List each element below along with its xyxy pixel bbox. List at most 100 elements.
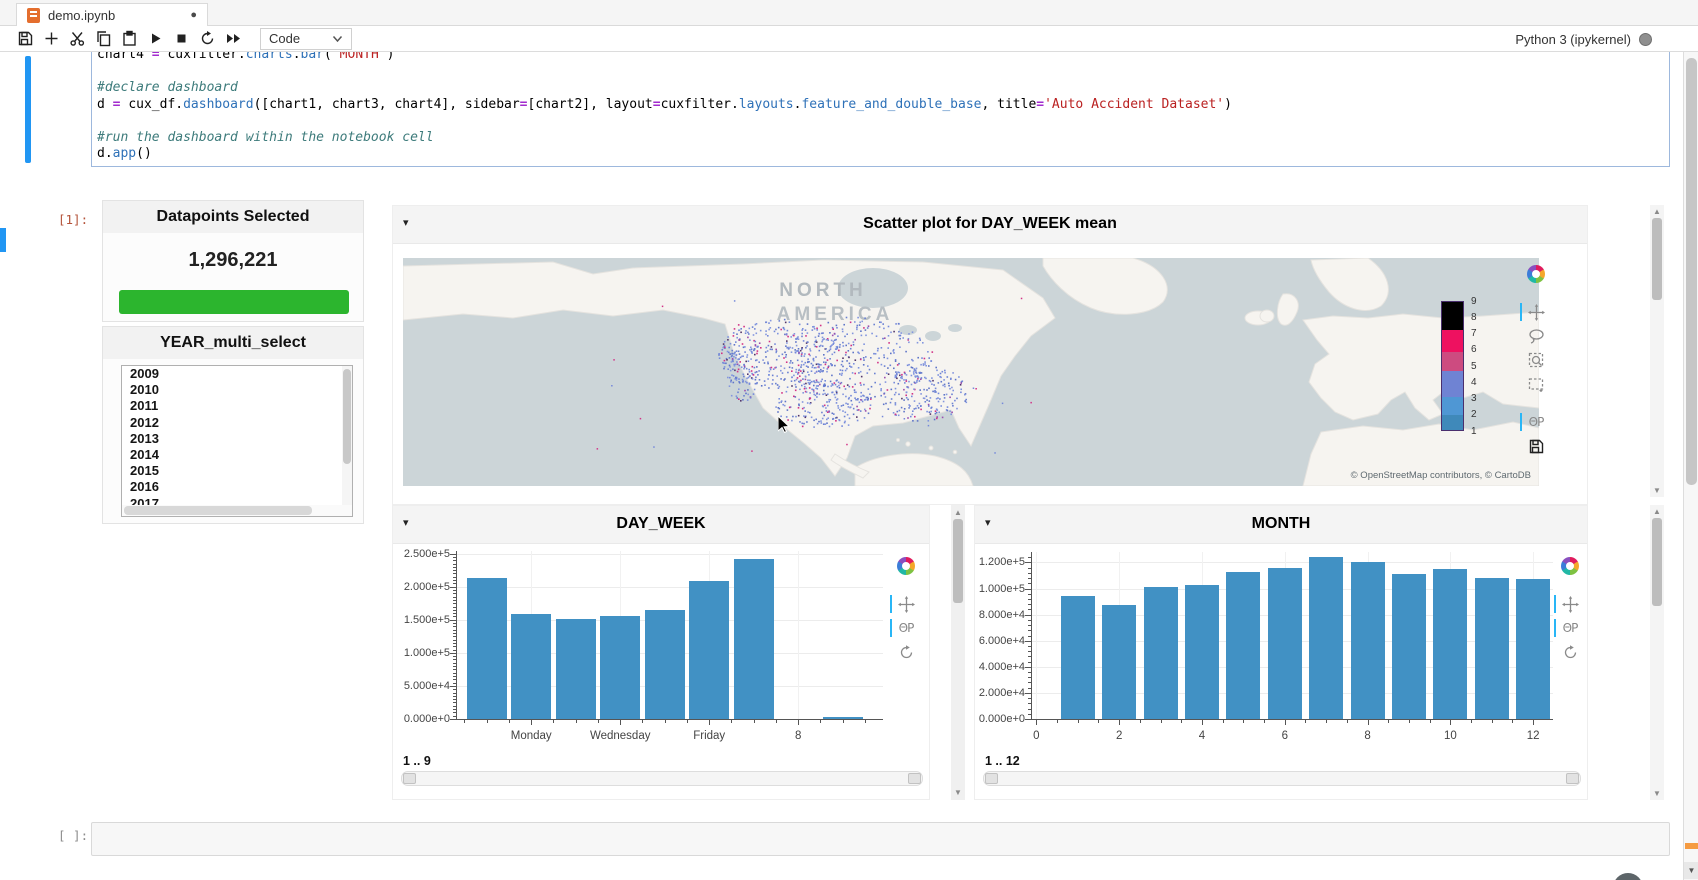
day-week-title: DAY_WEEK bbox=[393, 515, 929, 533]
bar-day_week-3 bbox=[556, 619, 596, 719]
reset-tool[interactable] bbox=[1560, 642, 1580, 662]
window-scrollbar[interactable]: ▼ bbox=[1683, 0, 1698, 880]
year-list-hscrollbar[interactable] bbox=[122, 505, 353, 516]
bar-day_week-4 bbox=[600, 616, 640, 719]
cell-type-label: Code bbox=[269, 31, 300, 46]
tab-bar: demo.ipynb ● bbox=[0, 0, 1698, 26]
month-panel: ▾ MONTH ΘΡ 1 .. 12 0.000e+02.000e+44.000… bbox=[974, 505, 1588, 800]
year-option[interactable]: 2013 bbox=[122, 431, 352, 447]
interrupt-kernel-button[interactable] bbox=[168, 28, 194, 50]
bar-month-3 bbox=[1144, 587, 1178, 719]
map-label-america: AMERICA bbox=[777, 304, 894, 325]
stop-icon bbox=[175, 32, 188, 45]
bar-month-11 bbox=[1475, 578, 1509, 719]
range-label: 1 .. 9 bbox=[403, 754, 431, 768]
bar-month-2 bbox=[1102, 605, 1136, 719]
year-option[interactable]: 2011 bbox=[122, 398, 352, 414]
bokeh-logo bbox=[1560, 556, 1580, 576]
bar-day_week-7 bbox=[734, 559, 774, 719]
bar-month-10 bbox=[1433, 569, 1467, 719]
kernel-name: Python 3 (ipykernel) bbox=[1515, 32, 1631, 47]
restart-kernel-button[interactable] bbox=[194, 28, 220, 50]
tab-title: demo.ipynb bbox=[48, 8, 115, 23]
slider-handle-right[interactable] bbox=[1566, 773, 1579, 784]
box-zoom-tool[interactable] bbox=[1526, 350, 1546, 370]
scroll-down-arrow-icon[interactable]: ▼ bbox=[1684, 862, 1698, 879]
empty-prompt: [ ]: bbox=[58, 828, 88, 843]
bar-month-1 bbox=[1061, 596, 1095, 719]
map-panel-header: ▾ Scatter plot for DAY_WEEK mean bbox=[393, 206, 1587, 244]
year-list-vscrollbar[interactable] bbox=[342, 366, 352, 506]
year-option[interactable]: 2010 bbox=[122, 382, 352, 398]
hover-tool[interactable]: ΘΡ bbox=[1560, 618, 1580, 638]
paste-cell-button[interactable] bbox=[116, 28, 142, 50]
hover-tool[interactable]: ΘΡ bbox=[1526, 412, 1546, 432]
hover-tool[interactable]: ΘΡ bbox=[896, 618, 916, 638]
bar-month-12 bbox=[1516, 579, 1550, 719]
bar-month-7 bbox=[1309, 557, 1343, 719]
cell-type-select[interactable]: Code bbox=[260, 28, 352, 50]
save-tool[interactable] bbox=[1526, 436, 1546, 456]
bar-month-8 bbox=[1351, 562, 1385, 719]
bokeh-logo bbox=[896, 556, 916, 576]
day-week-range-slider[interactable] bbox=[401, 771, 923, 786]
bar-day_week-5 bbox=[645, 610, 685, 719]
dashboard-scrollbar-bottom[interactable]: ▲ ▼ bbox=[1650, 505, 1664, 800]
bokeh-logo bbox=[1526, 264, 1546, 284]
year-option[interactable]: 2009 bbox=[122, 366, 352, 382]
datapoints-progress bbox=[119, 290, 349, 314]
cut-cell-button[interactable] bbox=[64, 28, 90, 50]
box-select-tool[interactable] bbox=[1526, 374, 1546, 394]
empty-code-cell[interactable] bbox=[91, 822, 1670, 856]
save-button[interactable] bbox=[12, 28, 38, 50]
bar-day_week-1 bbox=[467, 578, 507, 719]
year-option[interactable]: 2016 bbox=[122, 479, 352, 495]
mouse-cursor bbox=[778, 416, 792, 436]
code-editor[interactable]: chart4 = cuxfilter.charts.bar('MONTH') #… bbox=[97, 47, 1537, 163]
datapoints-value: 1,296,221 bbox=[103, 249, 363, 272]
slider-handle-left[interactable] bbox=[403, 773, 416, 784]
add-cell-button[interactable] bbox=[38, 28, 64, 50]
bar-month-6 bbox=[1268, 568, 1302, 719]
run-all-button[interactable] bbox=[220, 28, 246, 50]
year-multiselect[interactable]: 200920102011201220132014201520162017 bbox=[121, 365, 353, 517]
map-panel: ▾ Scatter plot for DAY_WEEK mean bbox=[392, 205, 1588, 505]
copy-cell-button[interactable] bbox=[90, 28, 116, 50]
bokeh-chart-toolbar: ΘΡ bbox=[1560, 556, 1580, 666]
pan-tool[interactable] bbox=[1526, 302, 1546, 322]
lasso-select-tool[interactable] bbox=[1526, 326, 1546, 346]
kernel-indicator[interactable]: Python 3 (ipykernel) bbox=[1515, 26, 1652, 52]
month-title: MONTH bbox=[975, 515, 1587, 533]
year-option[interactable]: 2014 bbox=[122, 447, 352, 463]
year-option[interactable]: 2015 bbox=[122, 463, 352, 479]
month-range-slider[interactable] bbox=[983, 771, 1581, 786]
year-filter-title: YEAR_multi_select bbox=[103, 327, 363, 359]
unsaved-dot-icon: ● bbox=[190, 9, 197, 21]
pan-tool[interactable] bbox=[896, 594, 916, 614]
pan-tool[interactable] bbox=[1560, 594, 1580, 614]
scrollbar-thumb[interactable] bbox=[1686, 58, 1697, 485]
year-option[interactable]: 2012 bbox=[122, 415, 352, 431]
datapoints-card: Datapoints Selected 1,296,221 bbox=[102, 200, 364, 322]
active-cell-indicator[interactable] bbox=[25, 56, 31, 163]
datapoints-card-title: Datapoints Selected bbox=[103, 201, 363, 233]
map-canvas[interactable]: NORTH AMERICA bbox=[403, 258, 1539, 486]
slider-handle-left[interactable] bbox=[985, 773, 998, 784]
inter-panel-scrollbar[interactable]: ▲ ▼ bbox=[951, 505, 965, 800]
run-cell-button[interactable] bbox=[142, 28, 168, 50]
restart-icon bbox=[199, 30, 216, 47]
map-label-north: NORTH bbox=[779, 280, 867, 301]
scroll-fab-button[interactable] bbox=[1613, 873, 1643, 880]
bar-day_week-9 bbox=[823, 717, 863, 719]
save-icon bbox=[17, 30, 34, 47]
month-header: ▾ MONTH bbox=[975, 506, 1587, 544]
slider-handle-right[interactable] bbox=[908, 773, 921, 784]
dashboard-scrollbar-top[interactable]: ▲ ▼ bbox=[1650, 205, 1664, 497]
output-collapser[interactable] bbox=[0, 228, 6, 252]
clipboard-icon bbox=[121, 30, 138, 47]
bar-month-9 bbox=[1392, 574, 1426, 719]
tab-demo-ipynb[interactable]: demo.ipynb ● bbox=[16, 3, 208, 26]
map-panel-title: Scatter plot for DAY_WEEK mean bbox=[393, 215, 1587, 233]
reset-tool[interactable] bbox=[896, 642, 916, 662]
bar-day_week-6 bbox=[689, 581, 729, 719]
